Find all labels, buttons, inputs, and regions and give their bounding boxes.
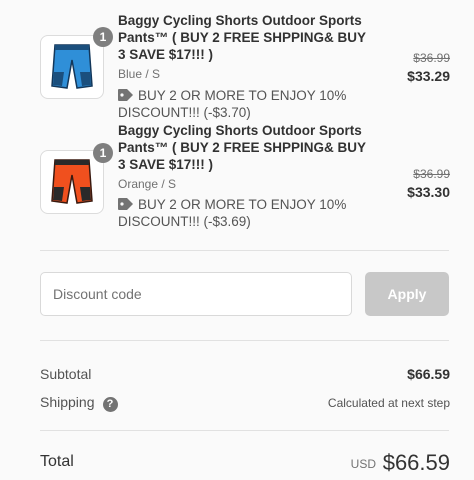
subtotal-label: Subtotal xyxy=(40,366,92,382)
product-title: Baggy Cycling Shorts Outdoor Sports Pant… xyxy=(118,123,366,172)
shipping-label: Shipping xyxy=(40,394,95,410)
discount-line: BUY 2 OR MORE TO ENJOY 10% DISCOUNT!!! (… xyxy=(118,87,358,121)
original-price: $36.99 xyxy=(413,167,450,181)
currency-code: USD xyxy=(350,457,376,471)
product-thumbnail xyxy=(40,35,104,99)
total-value: $66.59 xyxy=(382,450,450,475)
tag-icon xyxy=(118,198,133,210)
shorts-image xyxy=(51,159,93,204)
discount-line: BUY 2 OR MORE TO ENJOY 10% DISCOUNT!!! (… xyxy=(118,196,358,230)
total-label: Total xyxy=(40,453,74,470)
quantity-badge: 1 xyxy=(93,143,113,163)
product-title: Baggy Cycling Shorts Outdoor Sports Pant… xyxy=(118,13,366,62)
original-price: $36.99 xyxy=(413,51,450,65)
shipping-value: Calculated at next step xyxy=(327,396,450,410)
product-variant: Blue / S xyxy=(118,67,161,81)
divider xyxy=(40,250,449,251)
subtotal-value: $66.59 xyxy=(407,366,450,382)
discount-text: BUY 2 OR MORE TO ENJOY 10% DISCOUNT!!! (… xyxy=(118,88,347,120)
sale-price: $33.29 xyxy=(407,68,450,84)
tag-icon xyxy=(118,89,133,101)
discount-text: BUY 2 OR MORE TO ENJOY 10% DISCOUNT!!! (… xyxy=(118,197,347,229)
question-circle-icon[interactable]: ? xyxy=(102,397,118,412)
divider xyxy=(40,340,449,341)
sale-price: $33.30 xyxy=(407,184,450,200)
product-thumbnail xyxy=(40,150,104,214)
product-variant: Orange / S xyxy=(118,177,177,191)
quantity-badge: 1 xyxy=(93,27,113,47)
apply-button[interactable]: Apply xyxy=(365,272,449,316)
divider xyxy=(40,430,449,431)
discount-code-input[interactable] xyxy=(40,272,352,316)
shipping-row: Shipping? xyxy=(40,394,118,412)
shorts-image xyxy=(51,44,93,89)
